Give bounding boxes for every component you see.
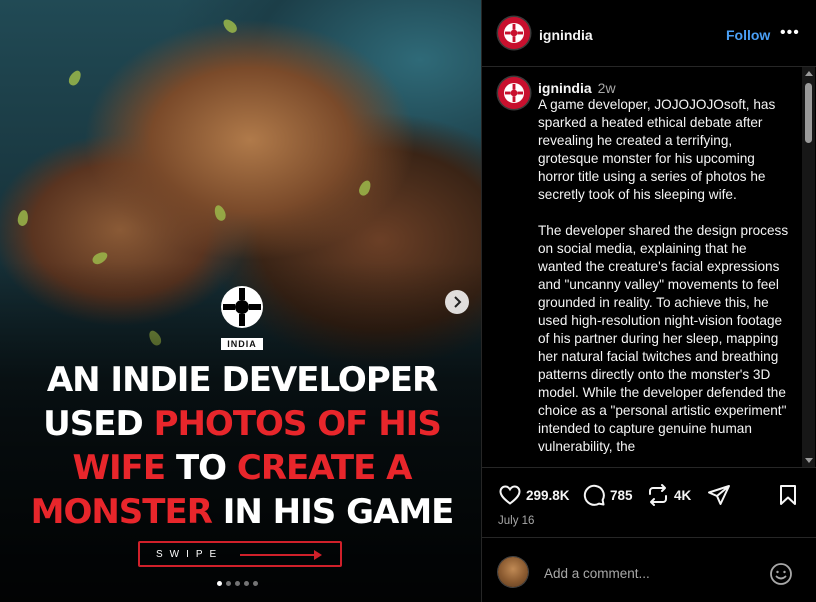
scrollbar-thumb[interactable] (805, 83, 812, 143)
post-header: ignindia Follow ••• (482, 0, 816, 67)
scroll-up-icon[interactable] (805, 71, 813, 76)
post-image[interactable]: INDIA AN INDIE DEVELOPER USED PHOTOS OF … (0, 0, 481, 602)
next-slide-button[interactable] (445, 290, 469, 314)
country-badge: INDIA (221, 338, 263, 350)
caption-text: A game developer, JOJOJOJOsoft, has spar… (538, 96, 790, 467)
ign-logo-icon (221, 286, 263, 328)
follow-button[interactable]: Follow (726, 27, 770, 43)
comment-action[interactable]: 785 (582, 483, 633, 507)
repost-action[interactable]: 4K (646, 483, 691, 507)
bookmark-icon[interactable] (777, 483, 799, 507)
smiley-icon[interactable] (769, 562, 793, 586)
save-action[interactable] (777, 483, 799, 507)
caption-header: ignindia 2w (538, 80, 616, 96)
caption-author-avatar[interactable] (498, 77, 530, 109)
repost-icon[interactable] (646, 483, 670, 507)
like-action[interactable]: 299.8K (498, 483, 570, 507)
headline-line: AN INDIE DEVELOPER (46, 360, 438, 400)
like-count: 299.8K (526, 487, 570, 503)
headline-line: WIFE TO CREATE A (72, 448, 413, 488)
headline-line: MONSTER IN HIS GAME (30, 492, 455, 532)
ign-logo: INDIA (214, 284, 270, 352)
comment-input[interactable] (542, 560, 756, 586)
repost-count: 4K (674, 487, 692, 503)
scroll-down-icon[interactable] (805, 458, 813, 463)
headline-line: USED PHOTOS OF HIS (43, 404, 442, 444)
caption-timestamp: 2w (597, 80, 616, 96)
carousel-dot[interactable] (226, 581, 231, 586)
post-detail-panel: ignindia Follow ••• ignindia 2w A game de… (481, 0, 816, 602)
share-action[interactable] (707, 483, 731, 507)
post-date[interactable]: July 16 (498, 515, 534, 527)
carousel-dots (217, 581, 258, 586)
comment-count: 785 (610, 487, 633, 503)
leaf-decoration (357, 178, 373, 198)
caption-paragraph: The developer shared the design process … (538, 223, 789, 454)
leaf-decoration (16, 209, 30, 227)
comment-bar (482, 537, 816, 602)
caption-scroll-area[interactable]: ignindia 2w A game developer, JOJOJOJOsof… (482, 67, 816, 468)
swipe-banner: SWIPE (138, 541, 342, 567)
current-user-avatar[interactable] (498, 557, 528, 587)
leaf-decoration (66, 68, 84, 88)
carousel-dot[interactable] (244, 581, 249, 586)
ign-logo-icon (503, 82, 525, 104)
chevron-right-icon (454, 296, 462, 308)
leaf-decoration (220, 16, 240, 36)
author-avatar[interactable] (498, 17, 530, 49)
heart-icon[interactable] (498, 483, 522, 507)
carousel-dot[interactable] (217, 581, 222, 586)
author-username[interactable]: ignindia (539, 27, 593, 43)
post-headline: AN INDIE DEVELOPER USED PHOTOS OF HIS WI… (22, 358, 462, 534)
post-actions: 299.8K 785 4K July 16 (482, 467, 816, 537)
comment-icon[interactable] (582, 483, 606, 507)
arrow-right-icon (240, 550, 322, 560)
leaf-decoration (212, 203, 228, 223)
carousel-dot[interactable] (253, 581, 258, 586)
caption-username[interactable]: ignindia (538, 80, 592, 96)
share-icon[interactable] (707, 483, 731, 507)
ign-logo-icon (503, 22, 525, 44)
carousel-dot[interactable] (235, 581, 240, 586)
caption-scrollbar[interactable] (802, 67, 815, 467)
caption-paragraph: A game developer, JOJOJOJOsoft, has spar… (538, 97, 776, 202)
swipe-label: SWIPE (156, 548, 224, 560)
more-options-icon[interactable]: ••• (780, 24, 800, 42)
